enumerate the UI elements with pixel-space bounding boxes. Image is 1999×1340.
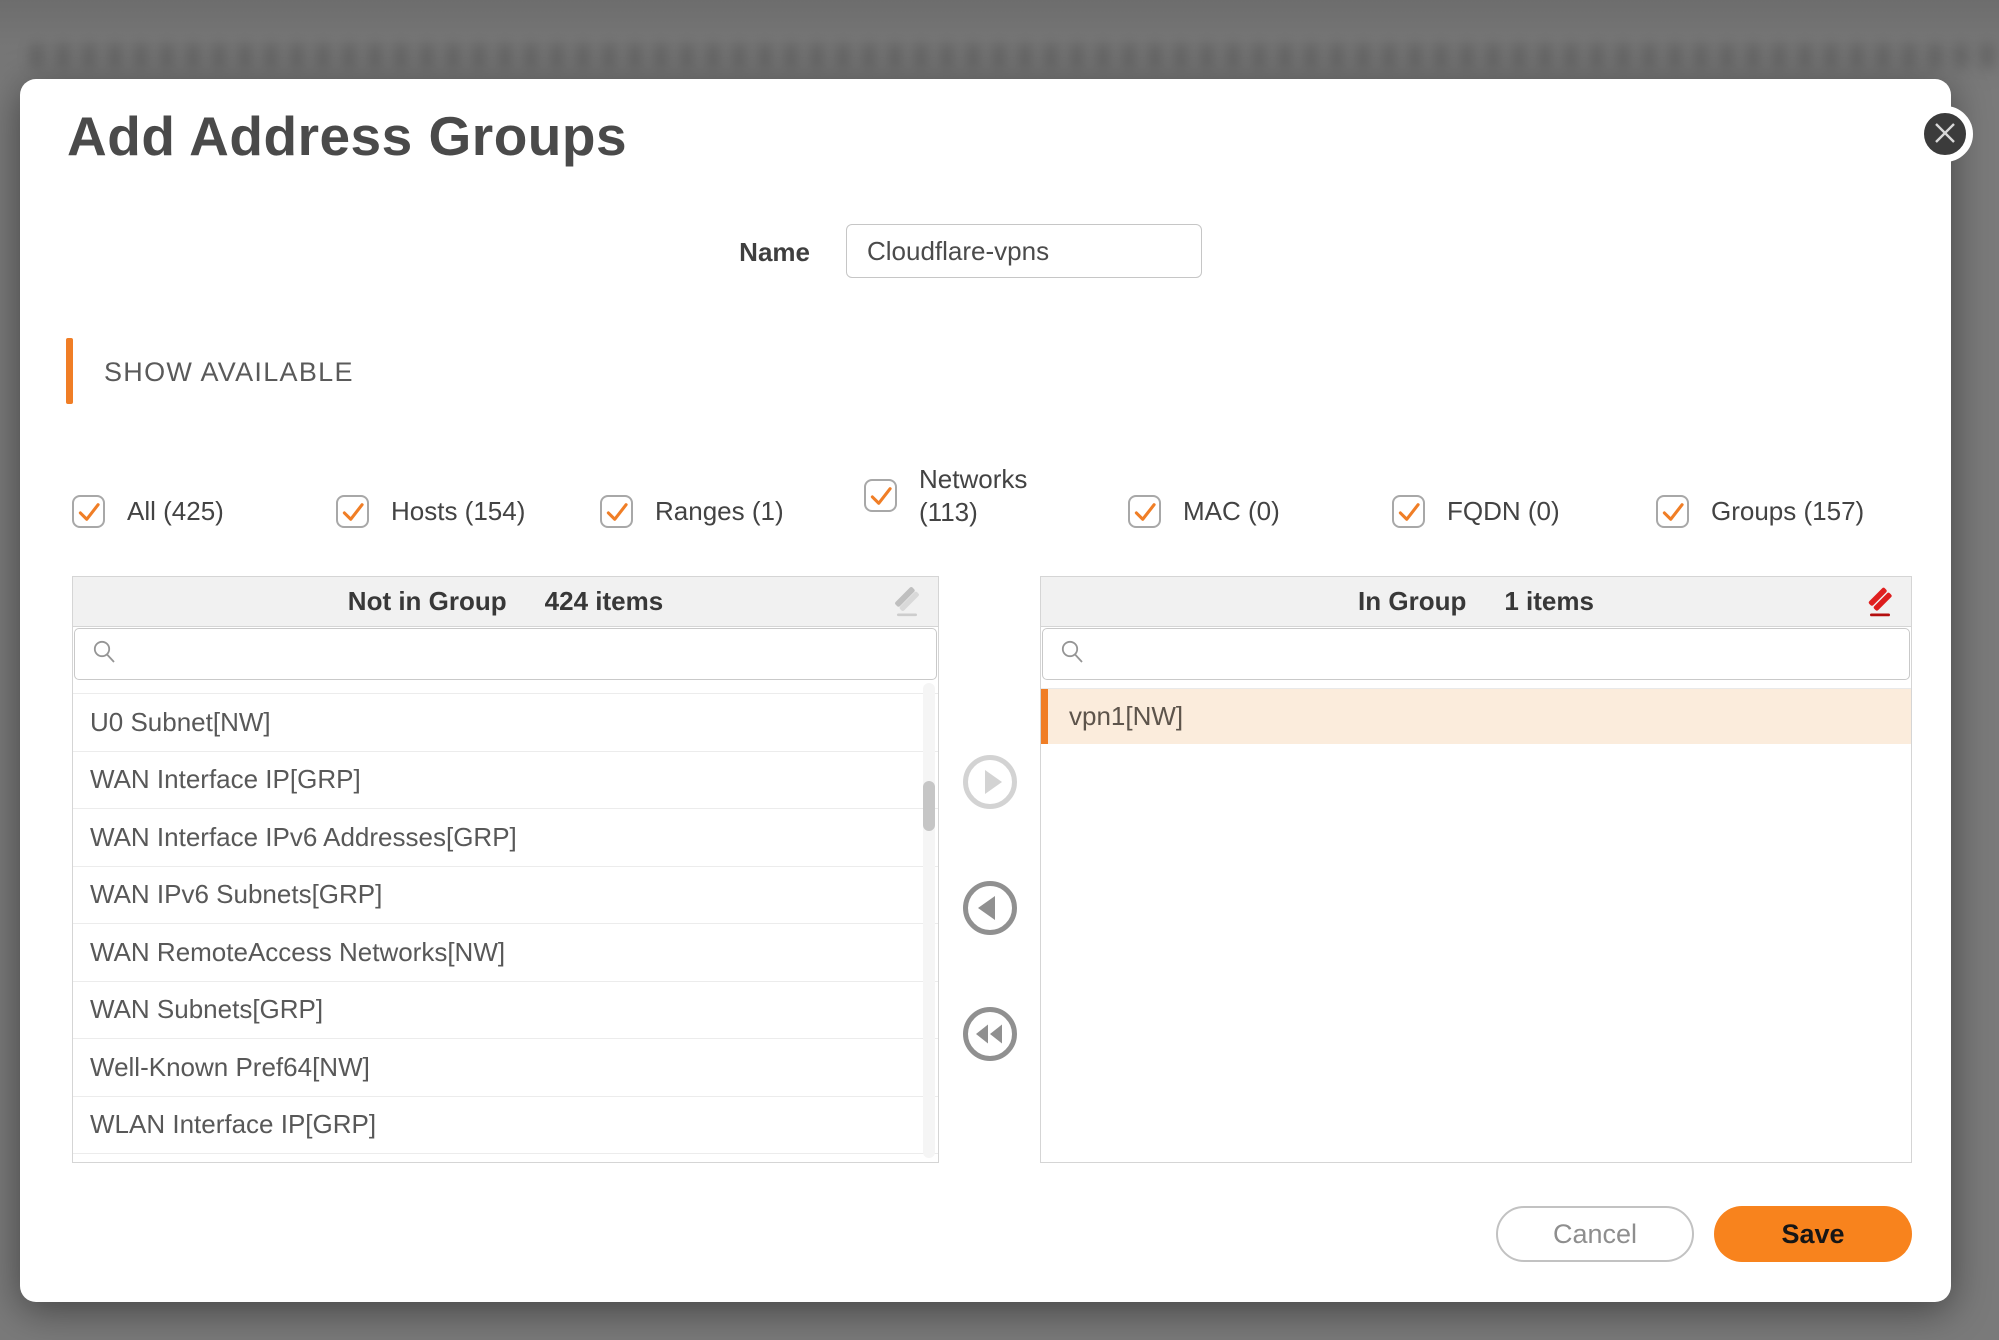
panel-count: 424 items [545,586,664,617]
list-item[interactable]: WAN Interface IPv6 Addresses[GRP] [73,809,938,867]
filter-label: Groups (157) [1711,495,1864,528]
not-in-group-header: Not in Group 424 items [73,577,938,627]
filter-mac[interactable]: MAC (0) [1128,495,1392,528]
left-arrow-icon [961,925,1019,940]
filter-row: All (425) Hosts (154) Ranges (1) Networks (… [72,458,1915,528]
in-group-panel: In Group 1 items [1040,576,1912,1163]
list-item[interactable]: U0 Subnet[NW] [73,694,938,752]
filter-label: All (425) [127,495,224,528]
close-icon [1932,120,1958,149]
filter-fqdn[interactable]: FQDN (0) [1392,495,1656,528]
search-icon [1059,638,1086,670]
list-item[interactable]: Well-Known Pref64[NW] [73,1039,938,1097]
list-scroll-sliver [1041,681,1911,689]
list-item[interactable]: WAN RemoteAccess Networks[NW] [73,924,938,982]
eraser-icon [890,607,924,622]
in-group-list: vpn1[NW] [1041,681,1911,1160]
page-title: Add Address Groups [67,104,627,168]
panel-title: In Group [1358,586,1466,617]
in-group-header: In Group 1 items [1041,577,1911,627]
filter-networks[interactable]: Networks (113) [864,463,1128,528]
double-left-arrow-icon [961,1051,1019,1066]
not-in-group-panel: Not in Group 424 items [72,576,939,1163]
search-icon [91,638,118,670]
filter-groups[interactable]: Groups (157) [1656,495,1864,528]
save-button[interactable]: Save [1714,1206,1912,1262]
search-input[interactable] [1086,629,1909,679]
checkbox-icon[interactable] [72,495,105,528]
list-item[interactable]: WAN IPv6 Subnets[GRP] [73,867,938,925]
filter-all[interactable]: All (425) [72,495,336,528]
filter-label: FQDN (0) [1447,495,1560,528]
clear-selection-button[interactable] [890,585,924,619]
filter-label: Hosts (154) [391,495,525,528]
list-item[interactable]: WAN Subnets[GRP] [73,982,938,1040]
move-right-button[interactable] [961,753,1019,811]
not-in-group-search [74,628,937,680]
list-scrollbar[interactable] [923,683,935,1158]
checkbox-icon[interactable] [1656,495,1689,528]
scrollbar-thumb[interactable] [923,781,935,831]
checkbox-icon[interactable] [864,479,897,512]
search-input[interactable] [118,629,936,679]
filter-hosts[interactable]: Hosts (154) [336,495,600,528]
list-item[interactable]: vpn1[NW] [1041,689,1911,744]
close-button[interactable] [1917,106,1973,162]
panel-count: 1 items [1504,586,1594,617]
name-label: Name [640,237,810,268]
checkbox-icon[interactable] [336,495,369,528]
cancel-button[interactable]: Cancel [1496,1206,1694,1262]
filter-label: Networks (113) [919,463,1039,528]
move-left-button[interactable] [961,879,1019,937]
filter-ranges[interactable]: Ranges (1) [600,495,864,528]
background-blur [30,44,1999,68]
checkbox-icon[interactable] [1392,495,1425,528]
section-accent-bar [66,338,73,404]
checkbox-icon[interactable] [1128,495,1161,528]
list-scroll-sliver [73,681,938,694]
add-address-groups-dialog: Add Address Groups Name SHOW AVAILABLE A… [20,79,1951,1302]
list-item[interactable]: WLAN Interface IP[GRP] [73,1097,938,1155]
show-available-heading: SHOW AVAILABLE [104,357,354,388]
remove-all-button[interactable] [1863,585,1897,619]
page-backdrop: Add Address Groups Name SHOW AVAILABLE A… [0,0,1999,1340]
panel-title: Not in Group [348,586,507,617]
transfer-controls [961,753,1019,1063]
not-in-group-list: U0 Subnet[NW]WAN Interface IP[GRP]WAN In… [73,681,938,1160]
list-item[interactable]: WAN Interface IP[GRP] [73,752,938,810]
filter-label: MAC (0) [1183,495,1280,528]
checkbox-icon[interactable] [600,495,633,528]
right-arrow-icon [961,799,1019,814]
name-field[interactable] [846,224,1202,278]
move-all-left-button[interactable] [961,1005,1019,1063]
filter-label: Ranges (1) [655,495,784,528]
in-group-search [1042,628,1910,680]
eraser-icon-red [1863,607,1897,622]
